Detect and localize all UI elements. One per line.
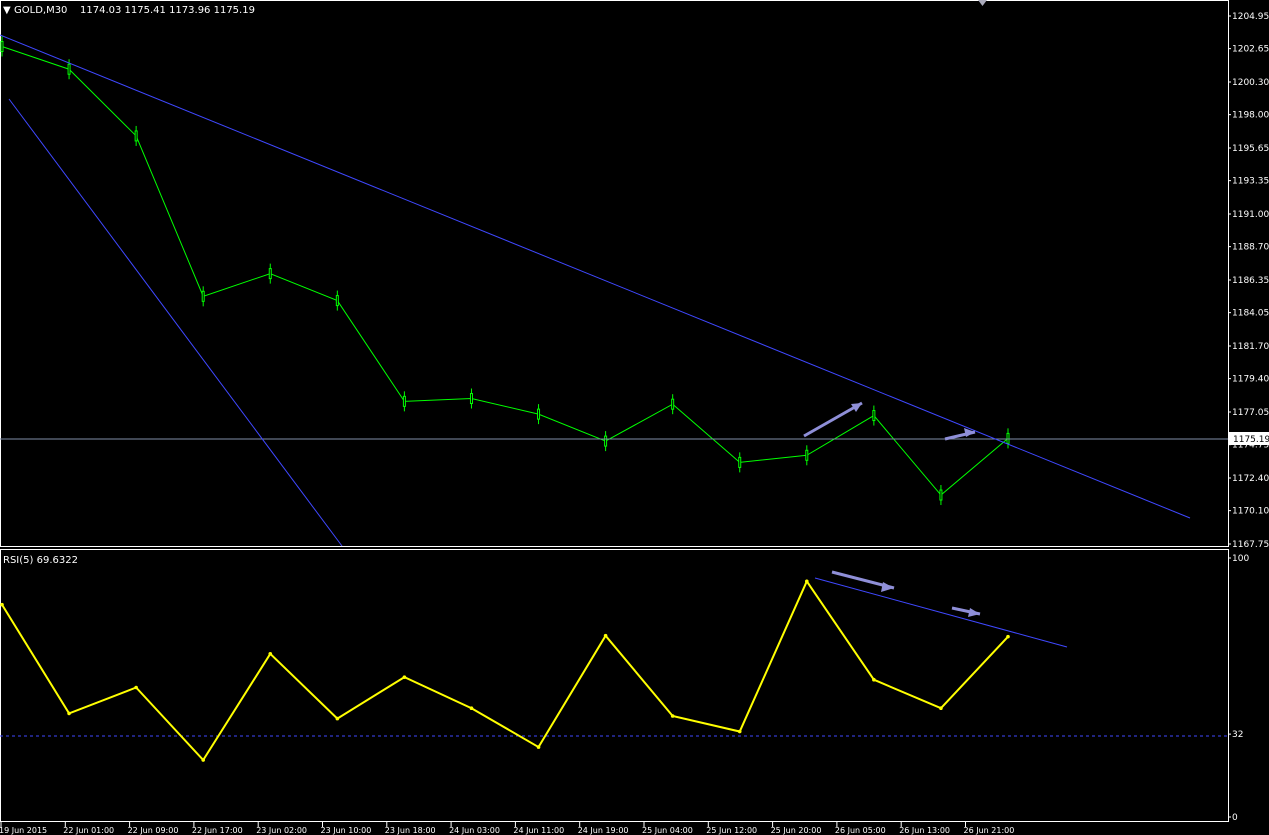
rsi-point (67, 711, 71, 716)
symbol-label: GOLD,M30 (14, 5, 67, 16)
rsi-point (201, 758, 205, 762)
time-tick-label: 19 Jun 2015 (0, 826, 47, 835)
time-tick-label: 25 Jun 04:00 (642, 826, 693, 835)
time-tick-label: 23 Jun 02:00 (256, 826, 307, 835)
time-tick-label: 25 Jun 20:00 (771, 826, 822, 835)
chart-dropdown-icon[interactable]: ▼ (3, 5, 11, 16)
price-tick-label: 1179.40 (1232, 375, 1269, 385)
chart-background (0, 0, 1269, 835)
price-candle-body (872, 410, 876, 422)
rsi-point (737, 729, 742, 734)
price-candle-body (469, 393, 473, 405)
rsi-tick-label: 100 (1232, 554, 1249, 564)
price-tick-label: 1177.05 (1232, 408, 1269, 418)
price-candle-body (201, 290, 205, 302)
rsi-point (134, 685, 138, 690)
price-tick-label: 1202.65 (1232, 45, 1269, 55)
price-candle-body (805, 449, 809, 461)
time-tick-label: 23 Jun 10:00 (321, 826, 372, 835)
time-tick-label: 26 Jun 05:00 (835, 826, 886, 835)
price-candle-body (134, 130, 138, 142)
price-candle-body (268, 268, 272, 280)
time-tick-label: 25 Jun 12:00 (706, 826, 757, 835)
rsi-point (603, 633, 608, 638)
price-tick-label: 1186.35 (1232, 276, 1269, 286)
price-candle-body (738, 456, 742, 468)
price-tick-label: 1181.70 (1232, 342, 1269, 352)
ohlc-label: 1174.03 1175.41 1173.96 1175.19 (80, 5, 255, 16)
price-tick-label: 1204.95 (1232, 12, 1269, 22)
time-tick-label: 22 Jun 09:00 (128, 826, 179, 835)
price-candle-body (335, 295, 339, 307)
rsi-tick-label: 32 (1232, 730, 1243, 740)
rsi-label: RSI(5) 69.6322 (3, 555, 78, 566)
rsi-point (0, 602, 4, 607)
price-tick-label: 1184.05 (1232, 309, 1269, 319)
time-tick-label: 26 Jun 21:00 (964, 826, 1015, 835)
rsi-point (335, 716, 340, 721)
price-tick-label: 1191.00 (1232, 210, 1269, 220)
price-candle-body (604, 435, 608, 447)
trading-chart: ▼ GOLD,M30 1174.03 1175.41 1173.96 1175.… (0, 0, 1269, 835)
rsi-point (670, 714, 675, 718)
time-tick-label: 23 Jun 18:00 (385, 826, 436, 835)
price-candle-body (402, 395, 406, 407)
price-candle-body (1006, 432, 1010, 444)
time-tick-label: 24 Jun 03:00 (449, 826, 500, 835)
rsi-point (536, 745, 541, 749)
price-tick-label: 1167.75 (1232, 540, 1269, 550)
price-candle-body (939, 489, 943, 501)
price-tick-label: 1170.10 (1232, 507, 1269, 517)
price-candle-body (537, 408, 541, 420)
rsi-point (1006, 634, 1010, 639)
price-tick-label: 1188.70 (1232, 243, 1269, 253)
time-tick-label: 22 Jun 17:00 (192, 826, 243, 835)
rsi-point (268, 652, 273, 656)
time-tick-label: 24 Jun 11:00 (513, 826, 564, 835)
current-price-value: 1175.19 (1233, 435, 1269, 445)
time-tick-label: 24 Jun 19:00 (578, 826, 629, 835)
price-tick-label: 1193.35 (1232, 177, 1269, 187)
price-tick-label: 1172.40 (1232, 474, 1269, 484)
time-tick-label: 22 Jun 01:00 (63, 826, 114, 835)
price-tick-label: 1195.65 (1232, 144, 1269, 154)
rsi-point (402, 675, 407, 679)
time-tick-label: 26 Jun 13:00 (899, 826, 950, 835)
price-candle-body (67, 63, 71, 75)
rsi-point (872, 677, 876, 682)
rsi-tick-label: 0 (1232, 813, 1238, 823)
rsi-point (939, 706, 943, 711)
rsi-point (805, 579, 809, 584)
price-candle-body (671, 398, 675, 410)
rsi-point (469, 706, 474, 711)
price-candle-body (0, 41, 4, 53)
price-tick-label: 1198.00 (1232, 111, 1269, 121)
price-tick-label: 1200.30 (1232, 78, 1269, 88)
